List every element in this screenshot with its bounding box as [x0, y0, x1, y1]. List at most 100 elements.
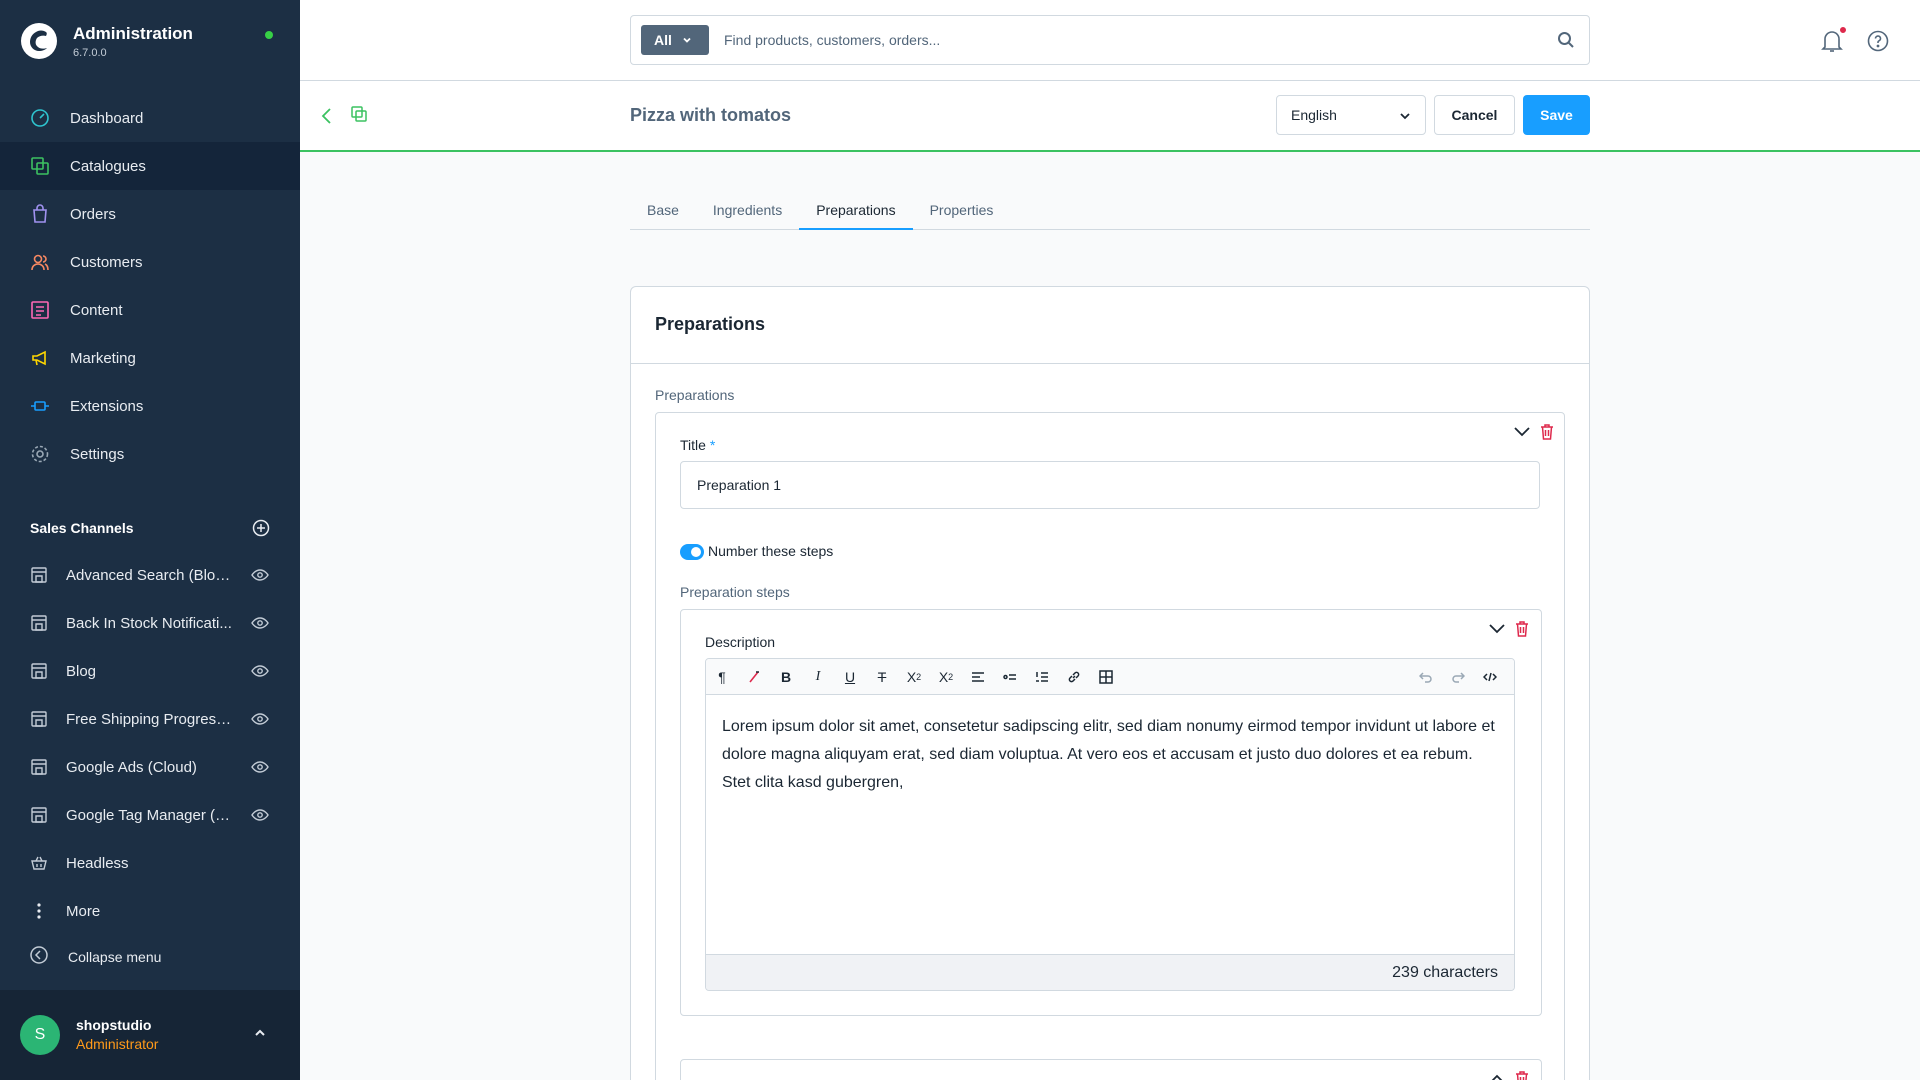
nav-label: Dashboard: [70, 109, 144, 127]
top-bar: All: [300, 0, 1920, 81]
number-steps-toggle[interactable]: [680, 544, 704, 560]
sales-channel-list: Advanced Search (Blog ... Back In Stock …: [0, 551, 300, 935]
sales-channel-label: Advanced Search (Blog ...: [66, 566, 238, 584]
search-type-label: All: [654, 32, 672, 48]
help-icon[interactable]: [1867, 30, 1889, 52]
sidebar: Administration 6.7.0.0 Dashboard Catalog…: [0, 0, 300, 1080]
sales-channel-label: Google Ads (Cloud): [66, 758, 197, 776]
clear-format-icon[interactable]: [738, 659, 770, 695]
undo-icon[interactable]: [1410, 659, 1442, 695]
smart-bar: Pizza with tomatos English Cancel Save: [300, 81, 1920, 152]
tab-properties[interactable]: Properties: [913, 194, 1011, 230]
ordered-list-icon[interactable]: [1026, 659, 1058, 695]
link-icon[interactable]: [1058, 659, 1090, 695]
storefront-icon: [29, 757, 49, 777]
orders-icon: [29, 203, 51, 225]
trash-icon[interactable]: [1540, 423, 1554, 440]
notification-badge: [1839, 26, 1847, 34]
language-select[interactable]: English: [1276, 95, 1426, 135]
sales-channel-label: Blog: [66, 662, 97, 680]
title-label-text: Title: [680, 437, 706, 453]
sales-channel-label: Back In Stock Notificati...: [66, 614, 232, 632]
title-input[interactable]: Preparation 1: [680, 461, 1540, 509]
search-icon[interactable]: [1557, 31, 1575, 49]
sales-channel-item[interactable]: Free Shipping Progress ...: [0, 695, 300, 743]
eye-icon[interactable]: [251, 567, 269, 583]
description-label: Description: [705, 634, 776, 650]
sales-channels-title: Sales Channels: [30, 520, 134, 536]
chevron-down-icon: [1400, 113, 1410, 120]
unordered-list-icon[interactable]: [994, 659, 1026, 695]
underline-icon[interactable]: U: [834, 659, 866, 695]
status-indicator: [265, 31, 273, 39]
eye-icon[interactable]: [251, 759, 269, 775]
avatar: S: [20, 1015, 60, 1055]
brand[interactable]: Administration 6.7.0.0: [20, 22, 193, 60]
global-search: All: [630, 15, 1590, 65]
sales-channel-item[interactable]: Advanced Search (Blog ...: [0, 551, 300, 599]
collapse-menu-button[interactable]: Collapse menu: [29, 945, 161, 968]
add-sales-channel-icon[interactable]: [252, 519, 270, 537]
editor-toolbar: ¶ B I U T X2 X2: [706, 659, 1514, 695]
paragraph-icon[interactable]: ¶: [706, 659, 738, 695]
nav-item-content[interactable]: Content: [0, 286, 300, 334]
eye-icon[interactable]: [251, 663, 269, 679]
user-panel[interactable]: S shopstudio Administrator: [0, 990, 300, 1080]
eye-icon[interactable]: [251, 711, 269, 727]
sales-channels-header: Sales Channels: [30, 519, 270, 537]
superscript-icon[interactable]: X2: [898, 659, 930, 695]
tab-base[interactable]: Base: [630, 194, 696, 230]
duplicate-icon[interactable]: [350, 105, 368, 123]
tab-ingredients[interactable]: Ingredients: [696, 194, 799, 230]
code-view-icon[interactable]: [1474, 659, 1506, 695]
trash-icon[interactable]: [1515, 620, 1529, 637]
cancel-button[interactable]: Cancel: [1434, 95, 1515, 135]
search-type-dropdown[interactable]: All: [641, 25, 709, 55]
nav-label: Settings: [70, 445, 125, 463]
sales-channel-item[interactable]: Google Tag Manager (C...: [0, 791, 300, 839]
eye-icon[interactable]: [251, 807, 269, 823]
sales-channel-item[interactable]: Google Ads (Cloud): [0, 743, 300, 791]
chevron-down-icon[interactable]: [1488, 623, 1506, 635]
collapse-icon: [29, 945, 49, 968]
trash-icon[interactable]: [1515, 1070, 1529, 1080]
sales-channel-more[interactable]: More: [0, 887, 300, 935]
collapse-label: Collapse menu: [68, 948, 162, 965]
redo-icon[interactable]: [1442, 659, 1474, 695]
nav-item-settings[interactable]: Settings: [0, 430, 300, 478]
nav-label: Marketing: [70, 349, 136, 367]
nav-label: Orders: [70, 205, 116, 223]
eye-icon[interactable]: [251, 615, 269, 631]
nav-item-customers[interactable]: Customers: [0, 238, 300, 286]
nav-item-orders[interactable]: Orders: [0, 190, 300, 238]
card-title: Preparations: [631, 287, 1589, 364]
table-icon[interactable]: [1090, 659, 1122, 695]
nav-item-catalogues[interactable]: Catalogues: [0, 142, 300, 190]
nav-item-marketing[interactable]: Marketing: [0, 334, 300, 382]
chevron-up-icon[interactable]: [253, 1026, 267, 1040]
search-input[interactable]: [724, 26, 1524, 54]
subscript-icon[interactable]: X2: [930, 659, 962, 695]
editor-content[interactable]: Lorem ipsum dolor sit amet, consetetur s…: [706, 695, 1514, 955]
shopware-logo-icon: [21, 23, 57, 59]
sales-channel-item[interactable]: Headless: [0, 839, 300, 887]
page-title: Pizza with tomatos: [630, 105, 792, 125]
chevron-down-icon[interactable]: [1513, 426, 1531, 438]
sales-channel-item[interactable]: Blog: [0, 647, 300, 695]
align-icon[interactable]: [962, 659, 994, 695]
title-field-label: Title *: [680, 437, 715, 453]
chevron-up-icon[interactable]: [1488, 1073, 1506, 1080]
dashboard-icon: [29, 107, 51, 129]
app-title: Administration: [73, 23, 193, 43]
tab-preparations[interactable]: Preparations: [799, 194, 913, 230]
save-button[interactable]: Save: [1523, 95, 1590, 135]
bold-icon[interactable]: B: [770, 659, 802, 695]
chevron-left-icon[interactable]: [320, 106, 334, 126]
italic-icon[interactable]: I: [802, 659, 834, 695]
nav-item-extensions[interactable]: Extensions: [0, 382, 300, 430]
nav-item-dashboard[interactable]: Dashboard: [0, 94, 300, 142]
basket-icon: [29, 853, 49, 873]
strikethrough-icon[interactable]: T: [866, 659, 898, 695]
sales-channel-item[interactable]: Back In Stock Notificati...: [0, 599, 300, 647]
customers-icon: [29, 251, 51, 273]
